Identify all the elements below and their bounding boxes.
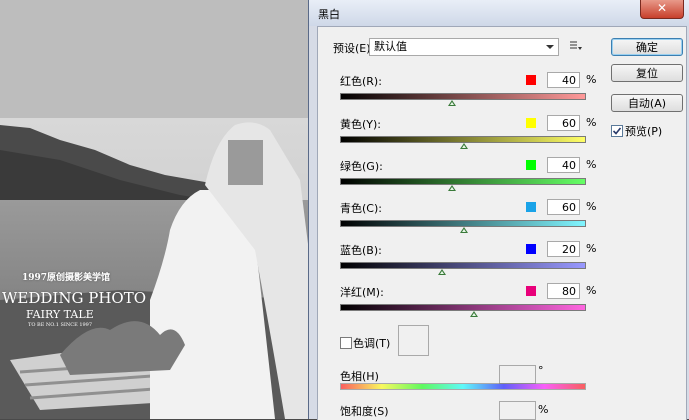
slider-track[interactable] [340, 304, 586, 311]
slider-value-input[interactable]: 60 [547, 115, 580, 131]
photo-image [0, 118, 310, 419]
slider-label: 红色(R): [340, 75, 382, 88]
color-swatch [526, 160, 536, 170]
slider-track[interactable] [340, 178, 586, 185]
preset-dropdown[interactable]: 默认值 [369, 38, 559, 56]
percent-unit: % [586, 200, 597, 213]
slider-value-input[interactable]: 80 [547, 283, 580, 299]
slider-thumb[interactable] [470, 311, 479, 317]
hue-unit: ° [538, 364, 544, 377]
chevron-down-icon [546, 45, 554, 49]
slider-label: 蓝色(B): [340, 244, 382, 257]
slider-label: 青色(C): [340, 202, 382, 215]
percent-unit: % [586, 158, 597, 171]
hue-slider-track[interactable] [340, 383, 586, 390]
close-button[interactable]: ✕ [640, 0, 684, 19]
photo-canvas: 1997原创摄影美学馆 WEDDING PHOTO FAIRY TALE TO … [0, 0, 310, 419]
slider-thumb[interactable] [438, 269, 447, 275]
slider-thumb[interactable] [460, 227, 469, 233]
tone-color-swatch[interactable] [398, 325, 429, 356]
slider-thumb[interactable] [460, 143, 469, 149]
percent-unit: % [586, 242, 597, 255]
reset-button[interactable]: 复位 [611, 64, 683, 82]
slider-track[interactable] [340, 93, 586, 100]
dialog-title: 黑白 [318, 8, 340, 21]
preset-menu-icon[interactable] [570, 41, 582, 51]
slider-value-input[interactable]: 60 [547, 199, 580, 215]
watermark-line2: WEDDING PHOTO [2, 289, 146, 307]
slider-thumb[interactable] [448, 185, 457, 191]
percent-unit: % [586, 116, 597, 129]
slider-label: 黄色(Y): [340, 118, 382, 131]
tone-label: 色调(T) [353, 337, 391, 350]
color-swatch [526, 244, 536, 254]
saturation-input[interactable] [499, 401, 536, 420]
slider-value-input[interactable]: 40 [547, 72, 580, 88]
slider-label: 洋红(M): [340, 286, 384, 299]
tone-checkbox[interactable] [340, 337, 352, 349]
slider-track[interactable] [340, 262, 586, 269]
percent-unit: % [586, 284, 597, 297]
preset-value: 默认值 [374, 40, 407, 53]
slider-track[interactable] [340, 220, 586, 227]
auto-button[interactable]: 自动(A) [611, 94, 683, 112]
watermark-line3: FAIRY TALE [26, 308, 94, 321]
slider-track[interactable] [340, 136, 586, 143]
black-white-dialog: 黑白 ✕ 预设(E): 默认值 红色(R): 40% 黄色(Y): 60% 绿色(G):… [308, 0, 689, 420]
checkmark-icon [612, 127, 622, 135]
saturation-label: 饱和度(S) [340, 405, 389, 418]
color-swatch [526, 75, 536, 85]
slider-thumb[interactable] [448, 100, 457, 106]
watermark-line4: TO BE NO.1 SINCE 1997 [28, 322, 93, 328]
slider-label: 绿色(G): [340, 160, 383, 173]
preview-checkbox[interactable] [611, 125, 623, 137]
slider-value-input[interactable]: 20 [547, 241, 580, 257]
preview-label: 预览(P) [625, 125, 663, 138]
percent-unit: % [586, 73, 597, 86]
hue-label: 色相(H) [340, 370, 379, 383]
color-swatch [526, 118, 536, 128]
watermark-line1: 1997原创摄影美学馆 [22, 273, 111, 283]
color-swatch [526, 202, 536, 212]
ok-button[interactable]: 确定 [611, 38, 683, 56]
slider-value-input[interactable]: 40 [547, 157, 580, 173]
dialog-panel: 预设(E): 默认值 红色(R): 40% 黄色(Y): 60% 绿色(G): 40% 青色… [317, 26, 687, 420]
hue-input[interactable] [499, 365, 536, 384]
title-bar[interactable]: 黑白 ✕ [309, 0, 689, 26]
color-swatch [526, 286, 536, 296]
saturation-unit: % [538, 403, 549, 416]
